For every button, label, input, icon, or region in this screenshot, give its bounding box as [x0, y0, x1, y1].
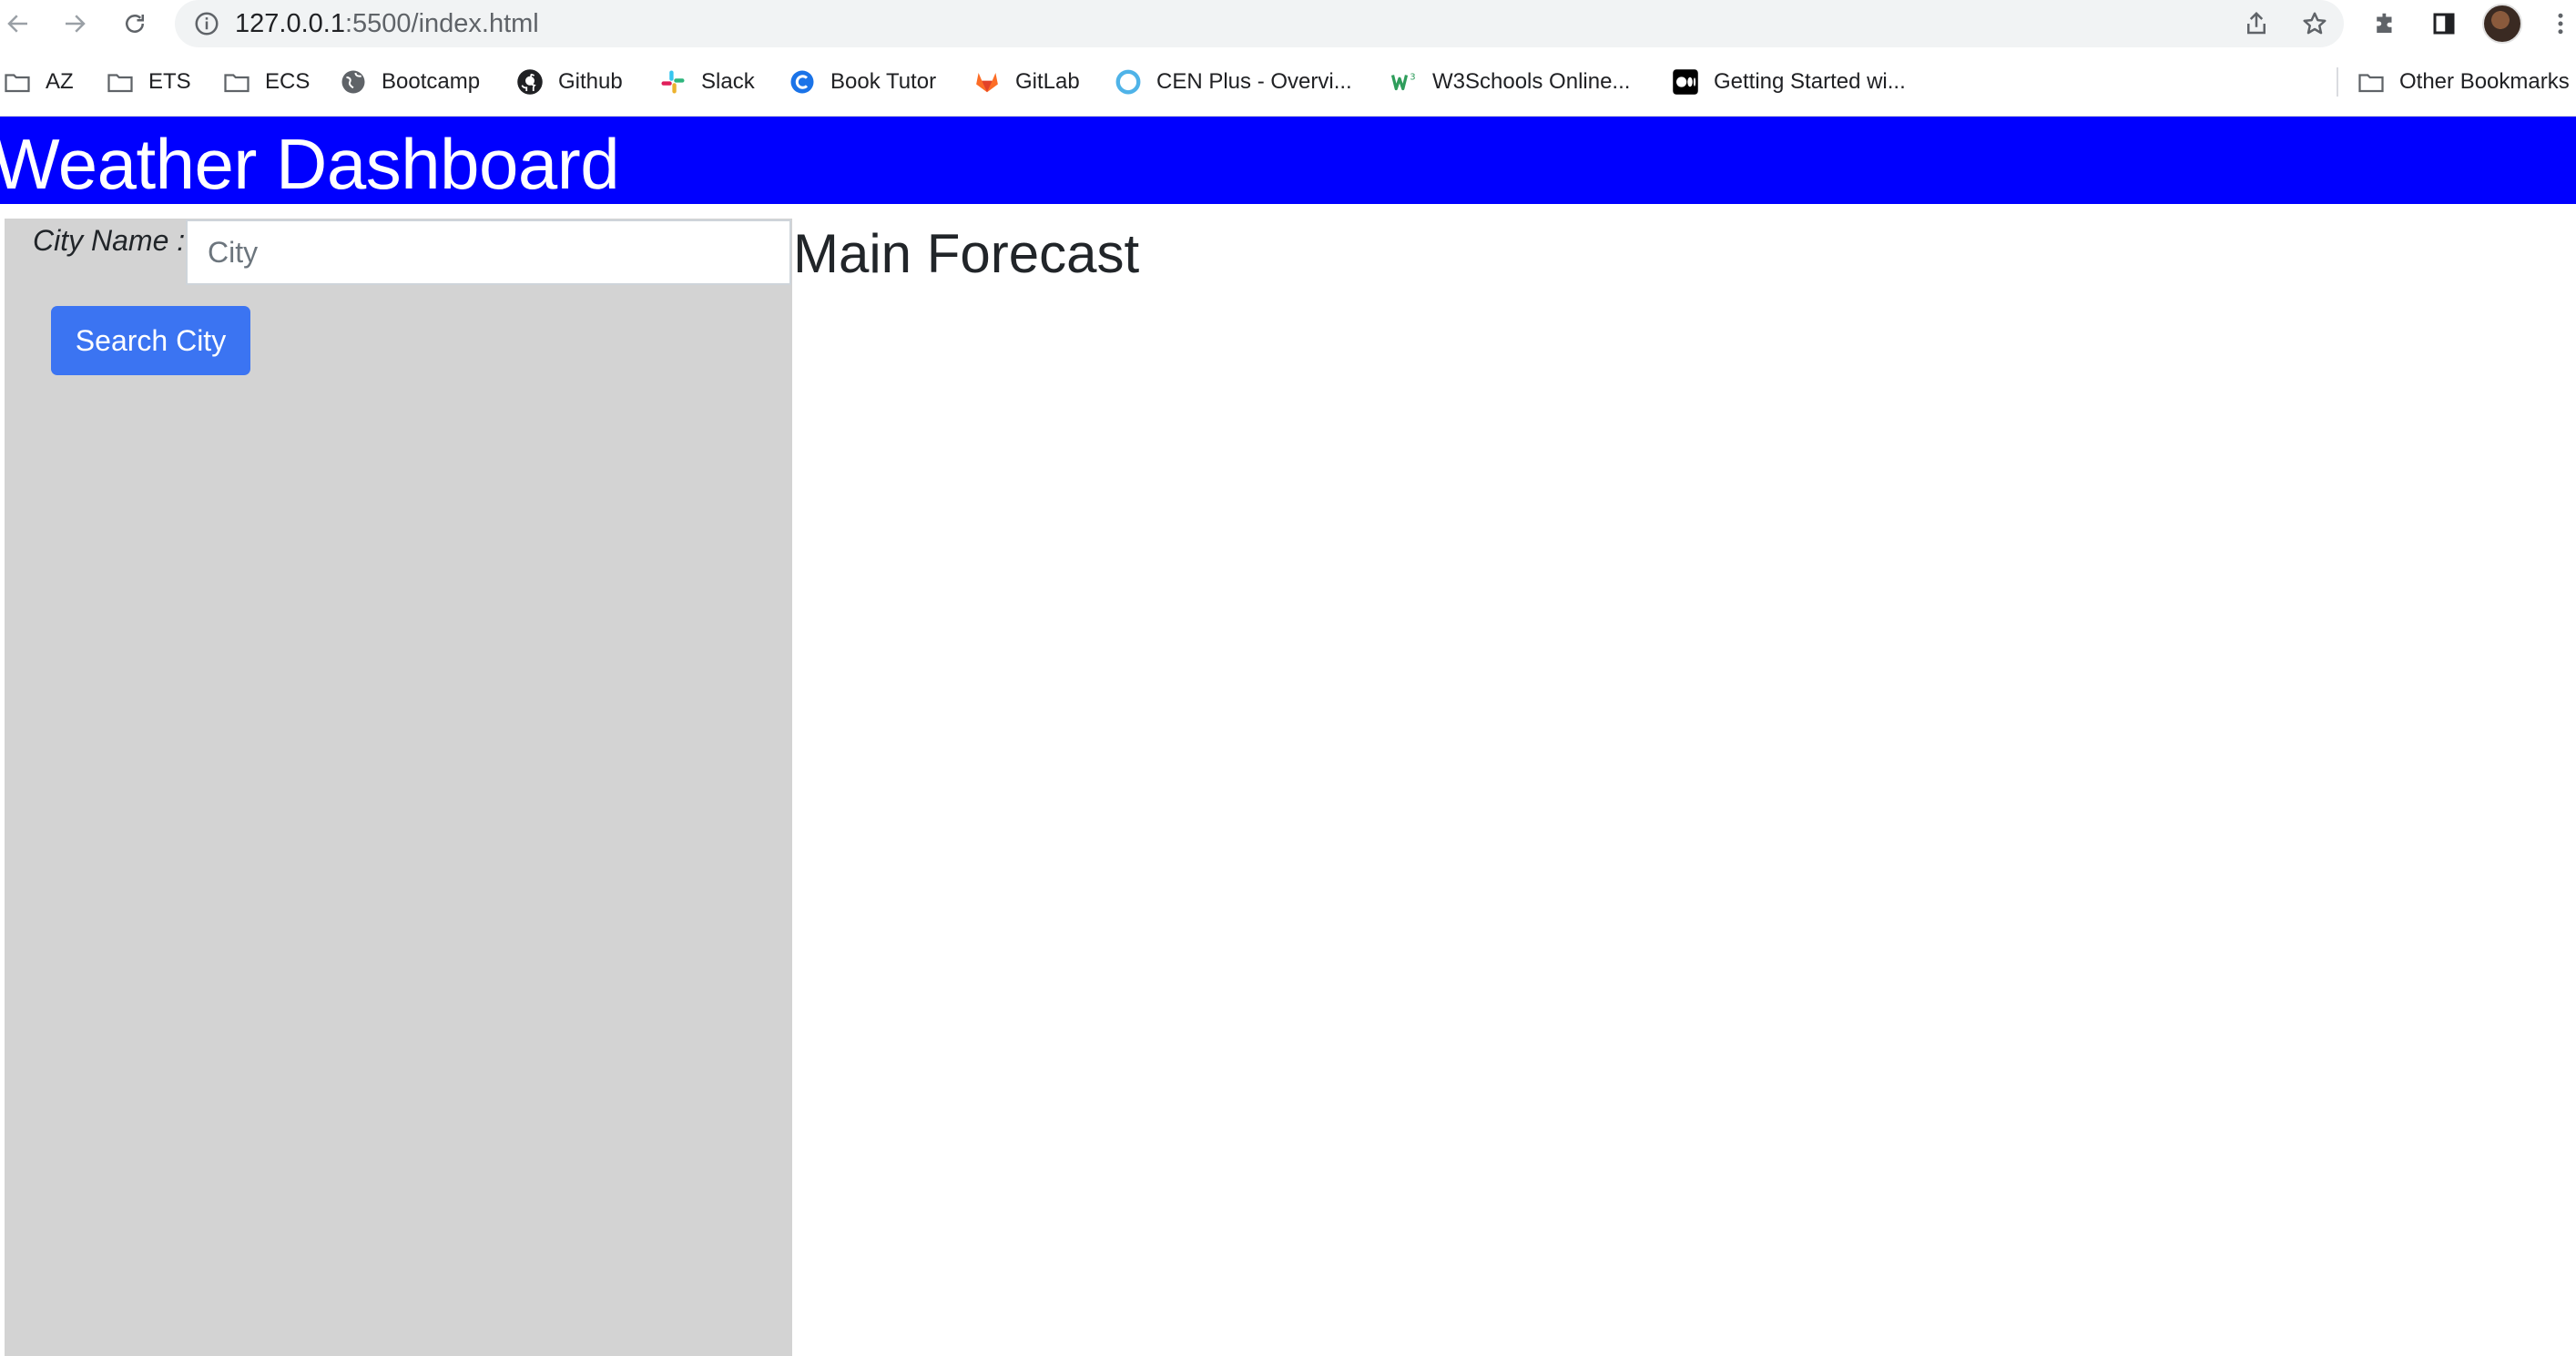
bookmark-star-icon[interactable] — [2298, 7, 2331, 40]
slack-icon — [659, 68, 687, 96]
share-icon[interactable] — [2240, 7, 2273, 40]
address-url[interactable]: 127.0.0.1:5500/index.html — [235, 9, 539, 38]
github-icon — [516, 68, 544, 96]
bookmark-cen-plus[interactable]: CEN Plus - Overvi... — [1115, 64, 1352, 100]
url-path: :5500/index.html — [344, 9, 539, 38]
reload-icon[interactable] — [118, 7, 151, 40]
bookmark-az[interactable]: AZ — [4, 64, 74, 100]
bookmark-ecs[interactable]: ECS — [223, 64, 310, 100]
bookmark-label: Book Tutor — [830, 69, 937, 94]
page-header: Weather Dashboard — [0, 117, 2576, 204]
bookmark-label: Bootcamp — [382, 69, 481, 94]
forward-arrow-icon[interactable] — [58, 7, 91, 40]
city-name-label: City Name : — [33, 224, 186, 257]
extensions-icon[interactable] — [2368, 7, 2401, 40]
bookmark-slack[interactable]: Slack — [659, 64, 755, 100]
search-sidebar: City Name : Search City — [5, 219, 792, 1356]
bookmark-ets[interactable]: ETS — [107, 64, 191, 100]
search-city-button[interactable]: Search City — [51, 306, 250, 375]
bookmark-label: AZ — [46, 69, 74, 94]
main-forecast-section: Main Forecast — [793, 219, 1139, 290]
url-host: 127.0.0.1 — [235, 9, 345, 38]
address-bar[interactable]: 127.0.0.1:5500/index.html — [175, 0, 2344, 47]
bookmark-label: GitLab — [1015, 69, 1080, 94]
bookmark-label: W3Schools Online... — [1432, 69, 1631, 94]
gitlab-icon — [973, 68, 1001, 96]
bookmarks-divider — [2337, 67, 2338, 97]
w3schools-icon: 3 — [1390, 68, 1418, 96]
bookmark-bootcamp[interactable]: Bootcamp — [340, 64, 480, 100]
bookmark-label: Github — [558, 69, 623, 94]
main-forecast-title: Main Forecast — [793, 223, 1140, 284]
bookmark-label: Slack — [701, 69, 755, 94]
back-arrow-icon[interactable] — [2, 7, 35, 40]
folder-icon — [107, 68, 134, 96]
bookmark-github[interactable]: Github — [516, 64, 623, 100]
cen-plus-icon — [1115, 68, 1142, 96]
bookmark-getting-started[interactable]: Getting Started wi... — [1672, 64, 1906, 100]
page-title: Weather Dashboard — [0, 124, 620, 204]
other-bookmarks-label: Other Bookmarks — [2399, 69, 2570, 94]
bookmark-label: ETS — [148, 69, 191, 94]
bookmark-w3schools[interactable]: 3 W3Schools Online... — [1390, 64, 1630, 100]
side-panel-icon[interactable] — [2428, 7, 2460, 40]
folder-icon — [2357, 68, 2385, 96]
site-info-icon[interactable] — [193, 10, 220, 37]
folder-icon — [223, 68, 250, 96]
bookmarks-bar: AZ ETS ECS Bootcamp Github Slack Book Tu… — [0, 55, 2576, 109]
folder-icon — [4, 68, 31, 96]
bookmark-label: CEN Plus - Overvi... — [1156, 69, 1352, 94]
profile-avatar[interactable] — [2482, 4, 2522, 44]
svg-text:3: 3 — [1410, 73, 1415, 83]
bookmark-gitlab[interactable]: GitLab — [973, 64, 1080, 100]
menu-kebab-icon[interactable] — [2544, 7, 2576, 40]
city-search-input[interactable] — [186, 219, 791, 285]
globe-icon — [340, 68, 367, 96]
bookmark-label: ECS — [265, 69, 311, 94]
bookmark-book-tutor[interactable]: Book Tutor — [789, 64, 936, 100]
bookmark-label: Getting Started wi... — [1714, 69, 1906, 94]
browser-toolbar: 127.0.0.1:5500/index.html — [0, 0, 2576, 47]
other-bookmarks[interactable]: Other Bookmarks — [2357, 64, 2570, 100]
medium-icon — [1672, 68, 1699, 96]
book-tutor-icon — [789, 68, 816, 96]
